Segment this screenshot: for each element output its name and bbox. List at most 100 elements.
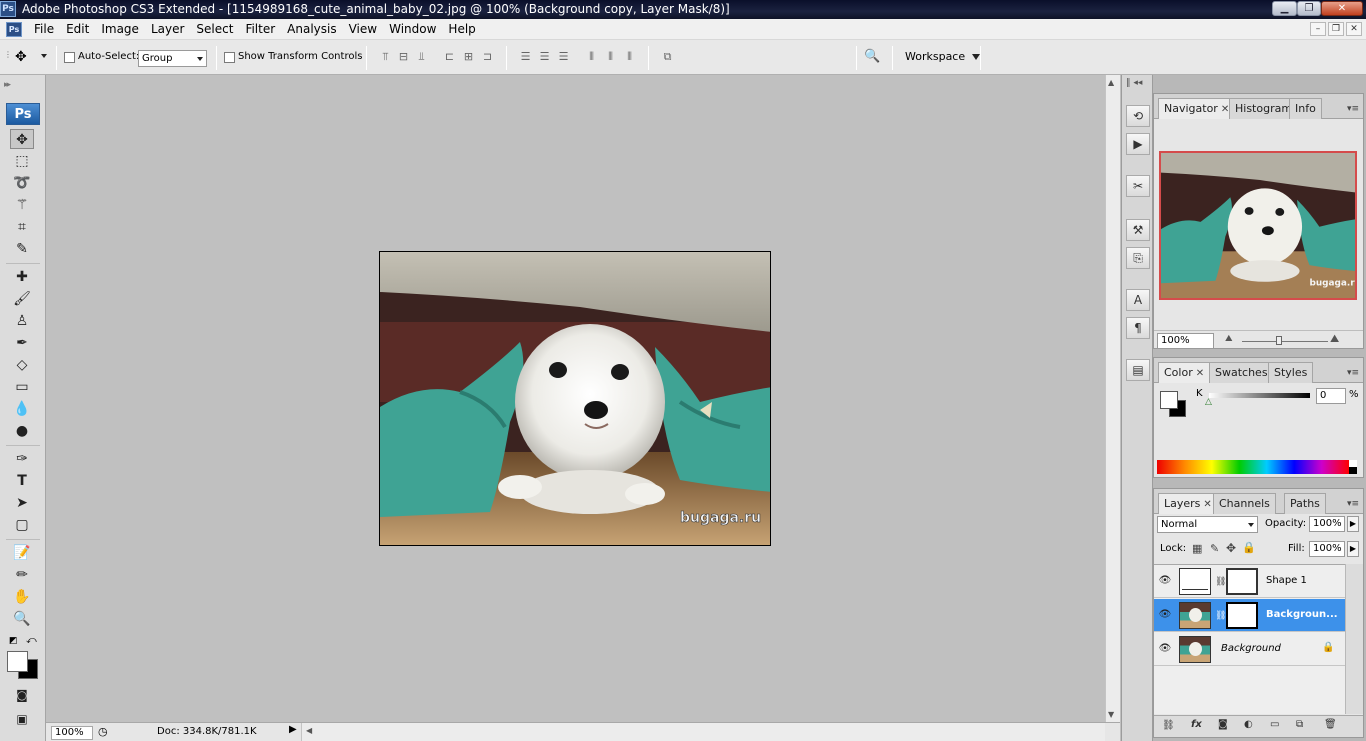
tab-histogram[interactable]: Histogram (1229, 98, 1299, 119)
marquee-tool-icon[interactable]: ⬚ (10, 151, 34, 171)
tab-info[interactable]: Info (1289, 98, 1322, 119)
status-arrow-icon[interactable]: ▶ (289, 724, 297, 735)
minimize-button[interactable]: ▁ (1272, 1, 1297, 16)
horizontal-scrollbar[interactable]: ◀ (301, 723, 1105, 741)
default-colors-icon[interactable]: ◩ (9, 636, 18, 646)
restore-button[interactable]: ❐ (1297, 1, 1321, 16)
hand-tool-icon[interactable]: ✋ (10, 587, 34, 607)
align-top-icon[interactable]: ⫪ (378, 50, 393, 64)
lock-transparent-icon[interactable]: ▦ (1192, 542, 1202, 555)
character-panel-icon[interactable]: A (1126, 289, 1150, 311)
zoom-slider-thumb[interactable] (1276, 336, 1282, 345)
tab-channels[interactable]: Channels (1213, 493, 1276, 514)
opacity-arrow-icon[interactable]: ▶ (1347, 516, 1359, 532)
layers-scrollbar[interactable] (1345, 564, 1363, 714)
opacity-field[interactable]: 100% (1309, 516, 1345, 532)
color-fg-swatch[interactable] (1160, 391, 1178, 409)
close-button[interactable]: ✕ (1321, 1, 1363, 16)
new-group-icon[interactable]: ▭ (1270, 719, 1279, 730)
swap-colors-icon[interactable]: ⤺ (26, 635, 37, 646)
actions-panel-icon[interactable]: ▶ (1126, 133, 1150, 155)
link-layers-icon[interactable]: ⛓ (1162, 720, 1175, 731)
distribute-right-icon[interactable]: ⦀ (622, 50, 637, 64)
delete-layer-icon[interactable]: 🗑 (1324, 719, 1337, 730)
lasso-tool-icon[interactable]: ➰ (10, 173, 34, 193)
layer-row-shape-1[interactable]: 👁 ⛓ Shape 1 (1154, 565, 1345, 598)
shape-tool-icon[interactable]: ▢ (10, 515, 34, 535)
paragraph-panel-icon[interactable]: ¶ (1126, 317, 1150, 339)
lock-pixels-icon[interactable]: ✎ (1210, 542, 1219, 555)
align-hcenter-icon[interactable]: ⊞ (461, 50, 476, 64)
link-chain-icon[interactable]: ⛓ (1215, 577, 1226, 587)
clone-stamp-tool-icon[interactable]: ♙ (10, 311, 34, 331)
menu-file[interactable]: File (28, 22, 60, 36)
notes-tool-icon[interactable]: 📝 (10, 543, 34, 563)
distribute-hcenter-icon[interactable]: ⦀ (603, 50, 618, 64)
zoom-level-field[interactable]: 100% (51, 726, 93, 740)
new-layer-icon[interactable]: ⧉ (1296, 719, 1303, 730)
doc-restore-button[interactable]: ❐ (1328, 22, 1344, 36)
panel-menu-icon[interactable]: ▾≡ (1347, 499, 1359, 509)
zoom-out-icon[interactable]: ⛰ (1225, 334, 1233, 344)
history-brush-tool-icon[interactable]: ✒ (10, 333, 34, 353)
screen-mode-icon[interactable]: ▣ (10, 709, 34, 729)
visibility-eye-icon[interactable]: 👁 (1158, 643, 1172, 655)
tab-paths[interactable]: Paths (1284, 493, 1326, 514)
k-slider-track[interactable] (1209, 393, 1310, 398)
panel-menu-icon[interactable]: ▾≡ (1347, 368, 1359, 378)
layer-row-background-copy[interactable]: 👁 ⛓ Backgroun... (1154, 599, 1345, 632)
scroll-left-icon[interactable]: ◀ (306, 726, 312, 735)
distribute-bottom-icon[interactable]: ☰ (556, 50, 571, 64)
menu-layer[interactable]: Layer (145, 22, 190, 36)
quick-mask-icon[interactable]: ◙ (10, 685, 34, 705)
tab-navigator[interactable]: Navigator ✕ (1158, 98, 1236, 119)
move-tool-preset-icon[interactable]: ✥ (15, 49, 27, 65)
path-selection-tool-icon[interactable]: ➤ (10, 493, 34, 513)
tool-presets-icon[interactable]: ✂ (1126, 175, 1150, 197)
zoom-slider[interactable] (1242, 341, 1328, 342)
color-spectrum-bar[interactable] (1157, 460, 1349, 474)
navigator-preview[interactable]: bugaga.ru (1159, 151, 1357, 300)
bridge-icon[interactable]: 🔍 (864, 49, 880, 64)
healing-brush-tool-icon[interactable]: ✚ (10, 267, 34, 287)
doc-close-button[interactable]: ✕ (1346, 22, 1362, 36)
align-vcenter-icon[interactable]: ⊟ (396, 50, 411, 64)
lock-all-icon[interactable]: 🔒 (1242, 541, 1256, 554)
collapse-tools-icon[interactable]: ▸▸ (4, 80, 11, 90)
doc-minimize-button[interactable]: – (1310, 22, 1326, 36)
align-bottom-icon[interactable]: ⫫ (414, 50, 429, 64)
layer-comps-icon[interactable]: ▤ (1126, 359, 1150, 381)
align-right-icon[interactable]: ⊐ (480, 50, 495, 64)
eyedropper-tool-icon[interactable]: ✏ (10, 565, 34, 585)
layer-mask-thumbnail[interactable] (1226, 602, 1258, 629)
status-menu-icon[interactable]: ◷ (98, 725, 108, 738)
show-transform-checkbox[interactable] (224, 52, 235, 63)
tool-preset-dropdown-icon[interactable] (41, 54, 47, 58)
auto-select-checkbox[interactable] (64, 52, 75, 63)
move-tool-icon[interactable]: ✥ (10, 129, 34, 149)
dodge-tool-icon[interactable]: ● (10, 421, 34, 441)
auto-select-dropdown[interactable]: Group (138, 50, 207, 67)
dock-grip-icon[interactable]: ‖ ◂◂ (1126, 78, 1142, 88)
lock-position-icon[interactable]: ✥ (1226, 541, 1236, 555)
scroll-up-icon[interactable]: ▲ (1108, 78, 1114, 87)
tab-swatches[interactable]: Swatches (1209, 362, 1274, 383)
visibility-eye-icon[interactable]: 👁 (1158, 609, 1172, 621)
panel-menu-icon[interactable]: ▾≡ (1347, 104, 1359, 114)
spectrum-black-chip[interactable] (1349, 467, 1357, 474)
menu-help[interactable]: Help (442, 22, 481, 36)
tab-layers[interactable]: Layers ✕ (1158, 493, 1218, 514)
magic-wand-tool-icon[interactable]: ⚚ (10, 195, 34, 215)
fill-field[interactable]: 100% (1309, 541, 1345, 557)
menu-filter[interactable]: Filter (239, 22, 281, 36)
distribute-top-icon[interactable]: ☰ (518, 50, 533, 64)
spectrum-white-chip[interactable] (1349, 460, 1357, 467)
blend-mode-dropdown[interactable]: Normal (1157, 516, 1258, 533)
menu-image[interactable]: Image (95, 22, 145, 36)
scroll-down-icon[interactable]: ▼ (1108, 710, 1114, 719)
vertical-scrollbar[interactable]: ▲ ▼ (1105, 75, 1120, 722)
blur-tool-icon[interactable]: 💧 (10, 399, 34, 419)
menu-select[interactable]: Select (190, 22, 239, 36)
workspace-button[interactable]: Workspace (905, 50, 980, 63)
navigator-zoom-field[interactable]: 100% (1157, 333, 1214, 349)
